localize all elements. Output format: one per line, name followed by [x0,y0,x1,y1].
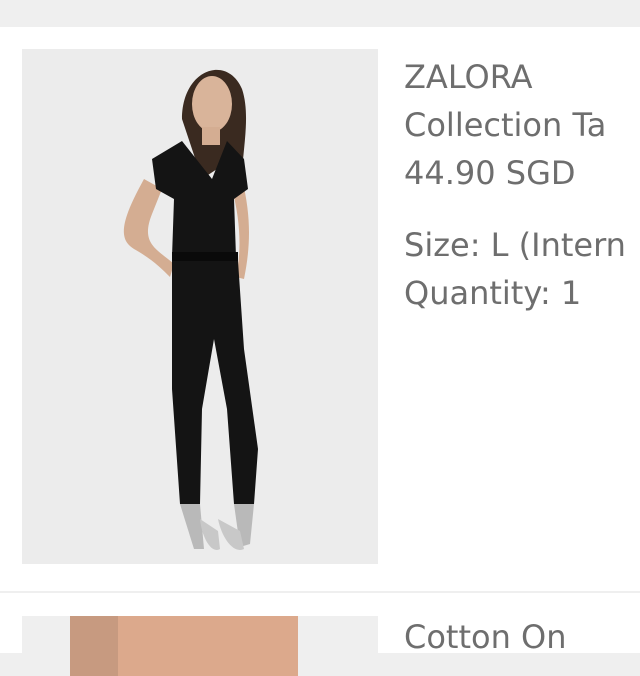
cart-item-card[interactable]: ZALORA Collection Ta 44.90 SGD Size: L (… [0,27,640,591]
product-details: Cotton On [404,613,640,661]
product-image[interactable] [22,49,378,564]
product-brand: ZALORA [404,58,533,96]
product-quantity: Quantity: 1 [404,274,582,312]
product-image[interactable] [22,616,378,676]
product-price: 44.90 SGD [404,154,576,192]
jumpsuit-model-image [22,49,378,564]
product-size: Size: L (Intern [404,226,626,264]
product-details: ZALORA Collection Ta 44.90 SGD Size: L (… [404,53,640,317]
cart-item-card[interactable]: Cotton On [0,593,640,676]
product-name[interactable]: Collection Ta [404,101,640,149]
product-photo-image [22,616,378,676]
product-brand: Cotton On [404,618,567,656]
